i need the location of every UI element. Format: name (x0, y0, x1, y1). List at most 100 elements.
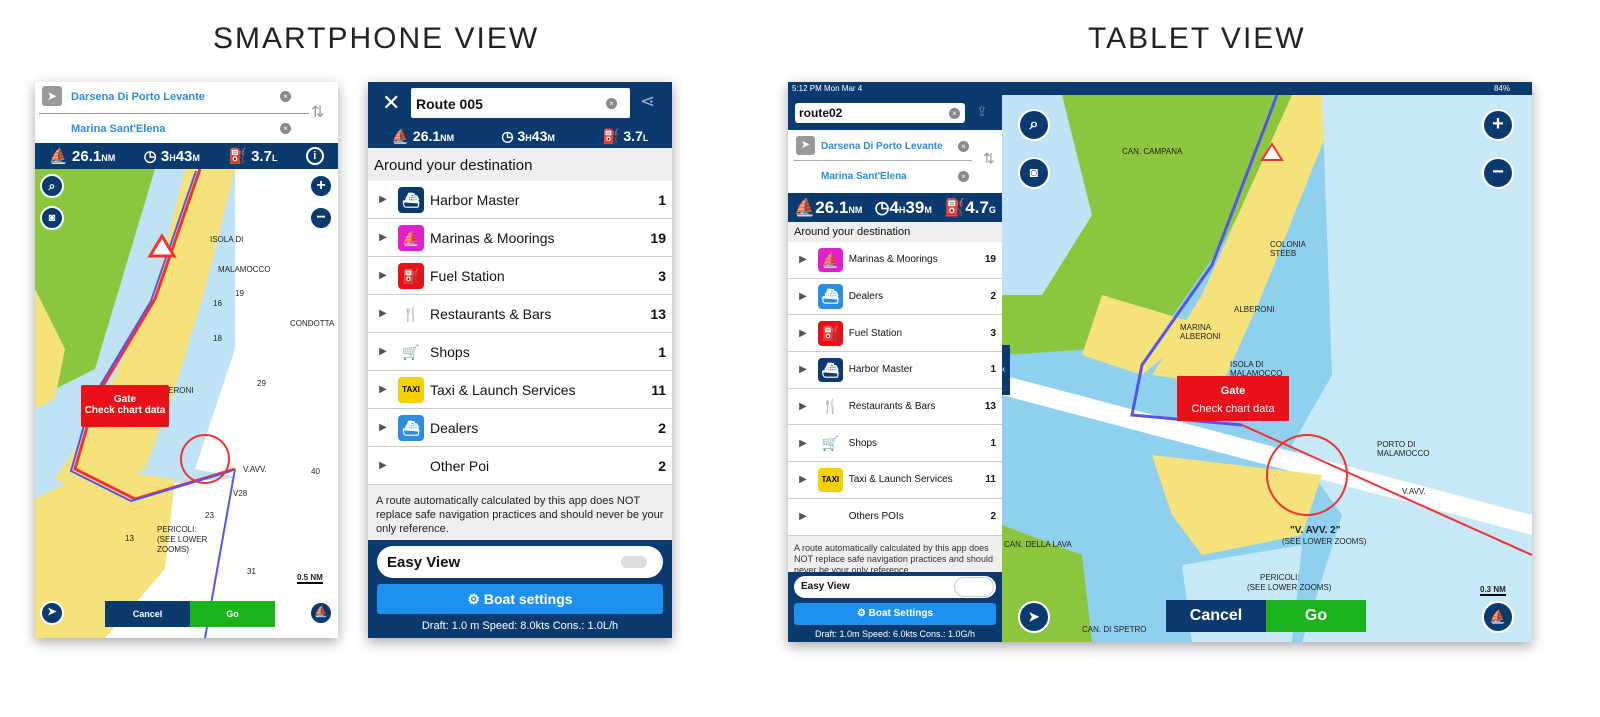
fuel-icon: ⛽ (818, 320, 843, 346)
poi-list-item[interactable]: ▶ TAXI Taxi & Launch Services 11 (788, 462, 1002, 499)
go-button[interactable]: Go (1266, 600, 1366, 632)
poi-list-item[interactable]: ▶ ⛽ Fuel Station 3 (368, 257, 672, 295)
poi-count: 2 (990, 511, 996, 523)
map-label: MARINA ALBERONI (1180, 323, 1221, 341)
poi-list-item[interactable]: ▶ ⛵ Marinas & Moorings 19 (788, 242, 1002, 279)
map-label: V.AVV. (1402, 487, 1426, 496)
easy-view-toggle[interactable] (954, 577, 994, 597)
poi-list-item[interactable]: ▶ ⛴ Dealers 2 (368, 409, 672, 447)
poi-count: 13 (984, 401, 996, 413)
restaurant-icon: 🍴 (821, 398, 840, 415)
expand-arrow-icon: ▶ (799, 401, 807, 413)
collapse-sidebar-handle[interactable]: ‹ (1002, 345, 1010, 395)
map-label: V28 (233, 489, 248, 498)
zoom-out-button[interactable]: − (309, 206, 333, 230)
zoom-in-button[interactable]: + (309, 174, 333, 198)
location-arrow-icon[interactable]: ➤ (796, 136, 815, 155)
expand-arrow-icon: ▶ (379, 194, 387, 205)
poi-label: Taxi & Launch Services (848, 474, 953, 486)
section-header: Around your destination (374, 157, 533, 174)
harbor-master-icon: ⛴ (398, 186, 424, 213)
poi-label: Marinas & Moorings (430, 229, 555, 246)
cancel-button[interactable]: Cancel (1166, 600, 1266, 632)
boat-profile-icon[interactable]: ⛵ (1482, 601, 1514, 633)
gate-warning-popup[interactable]: Gate Check chart data (81, 385, 169, 427)
to-field[interactable]: Marina Sant'Elena (71, 123, 165, 135)
easy-view-row: Easy View (377, 546, 663, 578)
easy-view-label: Easy View (387, 554, 461, 571)
swap-icon[interactable]: ⇅ (983, 150, 995, 167)
poi-list-item[interactable]: ▶ TAXI Taxi & Launch Services 11 (368, 371, 672, 409)
camera-icon[interactable]: ◙ (40, 206, 64, 230)
route-name-input[interactable]: Route 005 (411, 88, 630, 118)
gate-warning-popup[interactable]: Gate Check chart data (1177, 376, 1289, 421)
clear-icon[interactable]: × (606, 98, 617, 109)
fuel-stat: ⛽4.7G (944, 197, 996, 217)
poi-count: 3 (990, 327, 996, 339)
zoom-out-button[interactable]: − (1482, 157, 1514, 189)
poi-list-item[interactable]: ▶ 🛒 Shops 1 (368, 333, 672, 371)
clear-icon[interactable]: × (280, 91, 291, 102)
poi-label: Fuel Station (848, 327, 903, 339)
boat-settings-button[interactable]: ⚙ Boat settings (377, 584, 663, 614)
clear-icon[interactable]: × (949, 108, 960, 119)
marina-icon: ⛵ (398, 224, 424, 251)
to-field[interactable]: Marina Sant'Elena (821, 171, 907, 182)
easy-view-toggle[interactable] (621, 556, 647, 568)
swap-icon[interactable]: ⇅ (311, 102, 324, 122)
clear-icon[interactable]: × (958, 141, 969, 152)
map-label: ISOLA DI (210, 235, 244, 244)
poi-list-item[interactable]: ▶ ⛽ Fuel Station 3 (788, 315, 1002, 353)
expand-arrow-icon: ▶ (379, 308, 387, 319)
camera-icon[interactable]: ◙ (1018, 157, 1050, 189)
expand-arrow-icon: ▶ (799, 511, 807, 523)
from-field[interactable]: Darsena Di Porto Levante (71, 91, 205, 103)
close-icon[interactable]: ✕ (382, 90, 400, 116)
poi-label: Fuel Station (430, 267, 505, 284)
poi-label: Shops (430, 343, 470, 360)
location-arrow-icon[interactable]: ➤ (42, 86, 62, 106)
poi-list-item[interactable]: ▶ 🍴 Restaurants & Bars 13 (368, 295, 672, 333)
bottom-panel: Easy View ⚙ Boat settings Draft: 1.0 m S… (368, 540, 672, 638)
poi-list-item[interactable]: ▶ Others POIs 2 (788, 498, 1002, 536)
map-label: (SEE LOWER (157, 535, 208, 544)
expand-arrow-icon: ▶ (799, 254, 807, 266)
taxi-icon: TAXI (398, 376, 424, 403)
boat-profile-icon[interactable]: ⛵ (309, 601, 333, 625)
poi-list-item[interactable]: ▶ ⛴ Harbor Master 1 (788, 352, 1002, 389)
taxi-icon: TAXI (818, 467, 843, 493)
nautical-chart-map[interactable]: ISOLA DI MALAMOCCO ALBERONI CONDOTTA V.A… (35, 169, 338, 638)
poi-label: Other Poi (430, 457, 490, 474)
easy-view-label: Easy View (801, 581, 850, 592)
poi-list-item[interactable]: ▶ ⛴ Dealers 2 (788, 278, 1002, 316)
search-icon[interactable]: ⌕ (40, 174, 64, 198)
smartphone-route-screen: ✕ Route 005 × ⋖ ⛵ 26.1NM ◷ 3H43M ⛽ 3.7L … (368, 82, 672, 638)
clear-icon[interactable]: × (958, 171, 969, 182)
share-icon[interactable]: ⇪ (976, 103, 988, 120)
route-name: route02 (799, 106, 843, 120)
search-icon[interactable]: ⌕ (1018, 109, 1050, 141)
route-name-input[interactable]: route02 (795, 103, 965, 123)
location-arrow-icon[interactable]: ➤ (1018, 601, 1050, 633)
poi-list-item[interactable]: ▶ ⛵ Marinas & Moorings 19 (368, 219, 672, 257)
nautical-chart-map[interactable]: CAN. CAMPANA COLONIA STEEB MARINA ALBERO… (1002, 95, 1532, 642)
share-icon[interactable]: ⋖ (640, 91, 655, 112)
location-arrow-icon[interactable]: ➤ (40, 601, 64, 625)
poi-list-item[interactable]: ▶ ⛴ Harbor Master 1 (368, 181, 672, 219)
route-header: ✕ Route 005 × ⋖ (368, 82, 672, 125)
poi-list-item[interactable]: ▶ 🍴 Restaurants & Bars 13 (788, 388, 1002, 426)
poi-list-item[interactable]: ▶ 🛒 Shops 1 (788, 425, 1002, 463)
poi-list-item[interactable]: ▶ Other Poi 2 (368, 447, 672, 485)
depth-label: 31 (247, 567, 256, 576)
poi-count: 19 (650, 229, 666, 246)
clear-icon[interactable]: × (280, 123, 291, 134)
gate-text: Check chart data (84, 405, 166, 416)
info-icon[interactable]: i (305, 147, 324, 165)
poi-count: 2 (658, 457, 666, 474)
cancel-button[interactable]: Cancel (105, 601, 190, 627)
boat-settings-button[interactable]: ⚙ Boat Settings (794, 603, 996, 625)
gate-text: Check chart data (1191, 403, 1275, 415)
go-button[interactable]: Go (190, 601, 275, 627)
from-field[interactable]: Darsena Di Porto Levante (821, 141, 943, 152)
zoom-in-button[interactable]: + (1482, 109, 1514, 141)
